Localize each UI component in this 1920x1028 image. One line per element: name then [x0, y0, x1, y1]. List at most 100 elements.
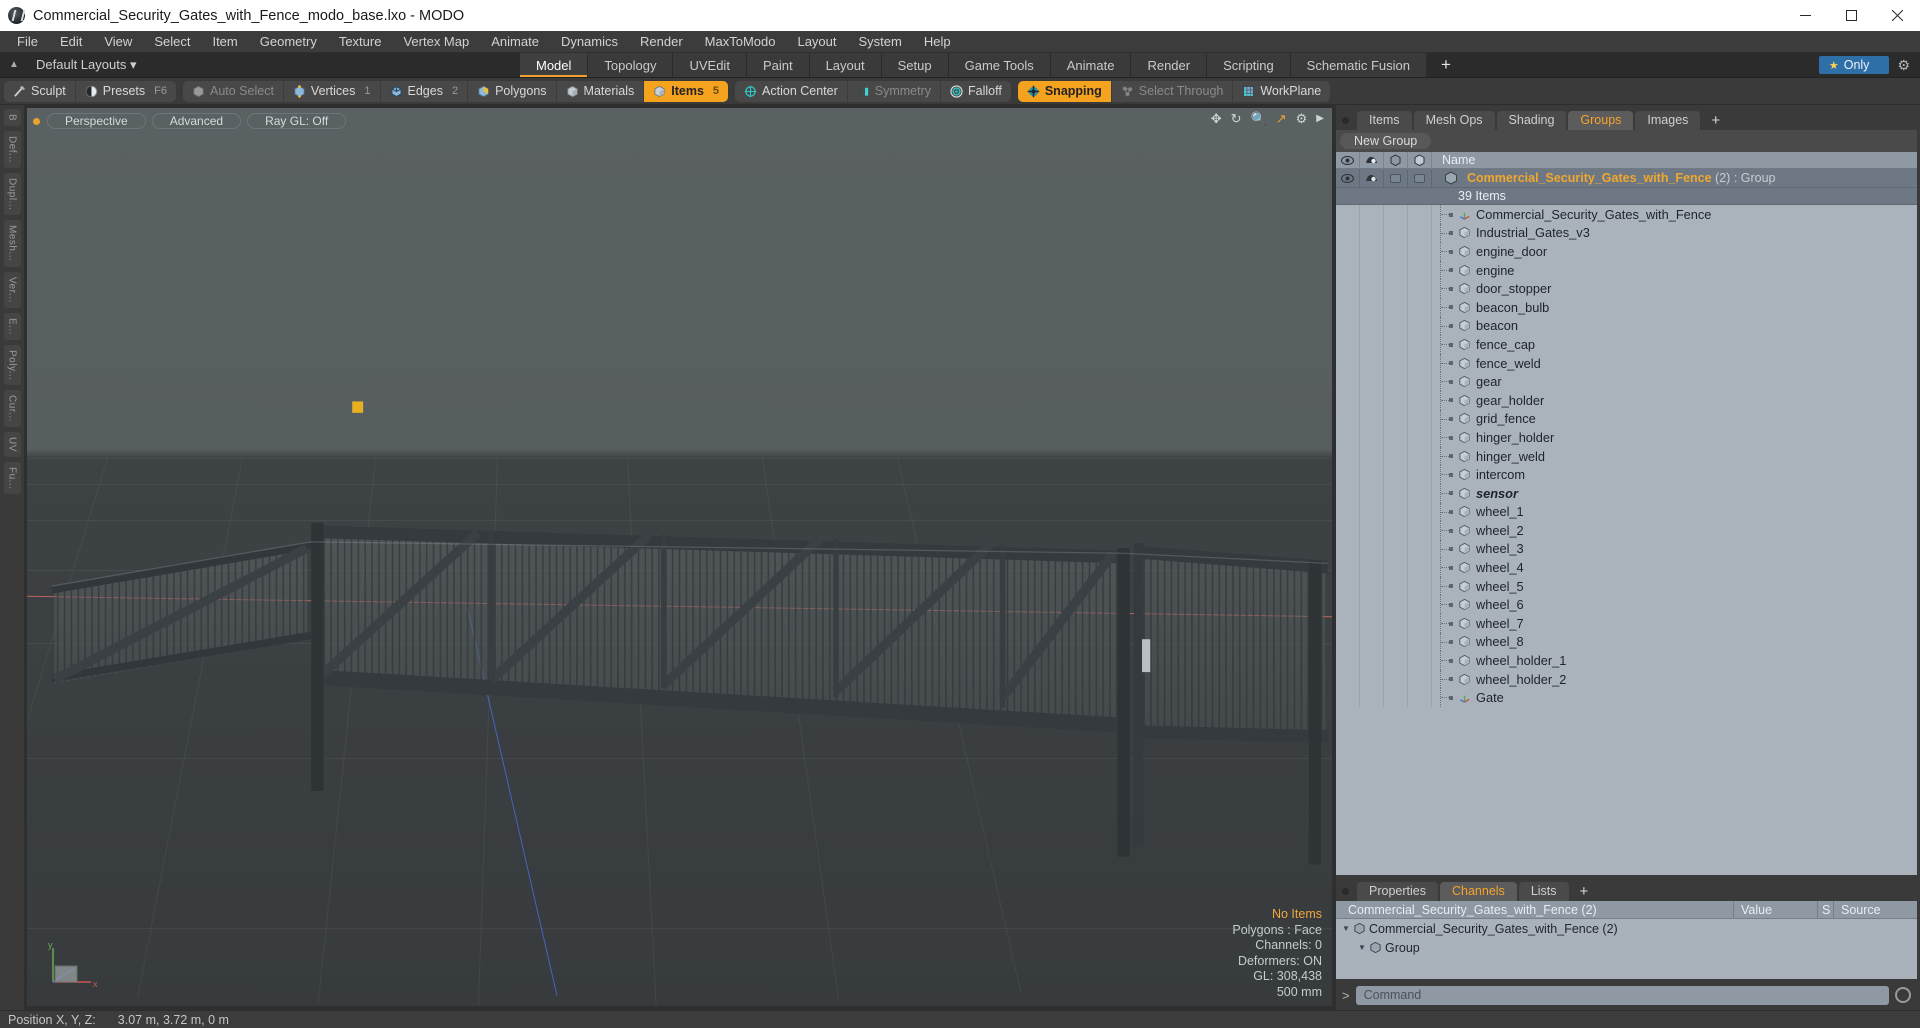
maximize-icon[interactable] — [1828, 0, 1874, 31]
tree-item-wheel_5[interactable]: wheel_5 — [1336, 576, 1917, 596]
tree-item-toggle-0[interactable] — [1336, 688, 1360, 708]
tree-item-toggle-0[interactable] — [1336, 316, 1360, 336]
layout-tab-topology[interactable]: Topology — [588, 53, 674, 77]
only-button[interactable]: ★ Only — [1818, 56, 1890, 74]
tree-item-hinger_weld[interactable]: hinger_weld — [1336, 446, 1917, 466]
tree-item-toggle-0[interactable] — [1336, 521, 1360, 540]
tree-item-wheel_8[interactable]: wheel_8 — [1336, 632, 1917, 652]
tree-item-toggle-2[interactable] — [1384, 465, 1408, 484]
tree-item-toggle-2[interactable] — [1384, 260, 1408, 280]
tree-item-toggle-2[interactable] — [1384, 335, 1408, 354]
group-toggle-2[interactable] — [1408, 169, 1432, 188]
chevron-up-icon[interactable]: ▲ — [6, 60, 22, 70]
layout-tab-schematic-fusion[interactable]: Schematic Fusion — [1290, 53, 1427, 77]
tree-item-toggle-3[interactable] — [1408, 409, 1432, 429]
tree-item-toggle-1[interactable] — [1360, 409, 1384, 429]
tool-select-through-button[interactable]: Select Through — [1112, 80, 1234, 102]
tree-item-intercom[interactable]: intercom — [1336, 465, 1917, 484]
add-lower-tab-button[interactable]: + — [1571, 882, 1598, 901]
right-tab-items[interactable]: Items — [1357, 111, 1412, 130]
channel-row[interactable]: ▼ Commercial_Security_Gates_with_Fence (2… — [1336, 919, 1917, 938]
tree-item-toggle-0[interactable] — [1336, 595, 1360, 615]
tree-item-wheel_1[interactable]: wheel_1 — [1336, 502, 1917, 522]
tree-item-wheel_holder_1[interactable]: wheel_holder_1 — [1336, 651, 1917, 670]
menu-item-file[interactable]: File — [6, 31, 49, 53]
channel-row[interactable]: ▼ Group — [1336, 938, 1917, 957]
tree-item-toggle-0[interactable] — [1336, 223, 1360, 243]
tree-item-toggle-0[interactable] — [1336, 502, 1360, 522]
tree-item-toggle-1[interactable] — [1360, 297, 1384, 317]
menu-item-animate[interactable]: Animate — [480, 31, 550, 53]
right-tab-shading[interactable]: Shading — [1496, 111, 1567, 130]
tree-item-engine[interactable]: engine — [1336, 260, 1917, 280]
tree-item-toggle-3[interactable] — [1408, 316, 1432, 336]
render-icon[interactable] — [1360, 152, 1384, 169]
tree-item-toggle-3[interactable] — [1408, 446, 1432, 466]
tree-item-beacon[interactable]: beacon — [1336, 316, 1917, 336]
tree-item-toggle-2[interactable] — [1384, 428, 1408, 447]
tree-item-toggle-2[interactable] — [1384, 297, 1408, 317]
tree-item-toggle-0[interactable] — [1336, 205, 1360, 224]
tree-item-toggle-2[interactable] — [1384, 576, 1408, 596]
tree-item-toggle-1[interactable] — [1360, 205, 1384, 224]
layout-tab-animate[interactable]: Animate — [1050, 53, 1132, 77]
group-render-icon[interactable] — [1360, 169, 1384, 188]
menu-item-edit[interactable]: Edit — [49, 31, 93, 53]
tree-item-toggle-1[interactable] — [1360, 669, 1384, 689]
tree-item-fence_cap[interactable]: fence_cap — [1336, 335, 1917, 354]
tree-item-wheel_4[interactable]: wheel_4 — [1336, 558, 1917, 577]
tree-item-toggle-0[interactable] — [1336, 483, 1360, 503]
tree-item-toggle-1[interactable] — [1360, 279, 1384, 298]
tree-item-toggle-3[interactable] — [1408, 242, 1432, 261]
left-tool-9[interactable]: Fu... — [3, 461, 21, 495]
layout-tab-setup[interactable]: Setup — [881, 53, 949, 77]
tree-item-toggle-1[interactable] — [1360, 446, 1384, 466]
right-panel-dot[interactable] — [1342, 117, 1349, 124]
tree-item-toggle-0[interactable] — [1336, 297, 1360, 317]
left-tool-5[interactable]: E... — [3, 312, 21, 340]
chevron-right-icon[interactable]: ▶ — [1316, 113, 1324, 124]
layout-tab-game-tools[interactable]: Game Tools — [948, 53, 1051, 77]
tree-item-toggle-3[interactable] — [1408, 372, 1432, 391]
tree-item-toggle-3[interactable] — [1408, 614, 1432, 633]
tree-item-toggle-2[interactable] — [1384, 316, 1408, 336]
cube-outline-icon[interactable] — [1384, 152, 1408, 169]
gear-icon[interactable]: ⚙ — [1897, 57, 1910, 74]
tree-item-toggle-0[interactable] — [1336, 576, 1360, 596]
zoom-icon[interactable]: 🔍 — [1251, 112, 1267, 125]
left-tool-8[interactable]: UV — [3, 432, 21, 457]
tree-item-toggle-1[interactable] — [1360, 316, 1384, 336]
menu-item-vertex-map[interactable]: Vertex Map — [392, 31, 480, 53]
tree-item-fence_weld[interactable]: fence_weld — [1336, 353, 1917, 373]
view-mode-button[interactable]: Perspective — [47, 113, 146, 129]
lower-tab-lists[interactable]: Lists — [1518, 882, 1569, 901]
tree-item-toggle-2[interactable] — [1384, 688, 1408, 708]
layout-tab-uvedit[interactable]: UVEdit — [673, 53, 747, 77]
tree-item-toggle-0[interactable] — [1336, 390, 1360, 410]
left-tool-2[interactable]: Dupl... — [3, 173, 21, 216]
tree-item-toggle-2[interactable] — [1384, 502, 1408, 522]
tree-item-toggle-1[interactable] — [1360, 614, 1384, 633]
tree-item-toggle-0[interactable] — [1336, 242, 1360, 261]
tree-item-gear[interactable]: gear — [1336, 372, 1917, 391]
tree-item-toggle-1[interactable] — [1360, 521, 1384, 540]
left-tool-6[interactable]: Poly... — [3, 344, 21, 386]
close-icon[interactable] — [1874, 0, 1920, 31]
lower-tab-properties[interactable]: Properties — [1357, 882, 1438, 901]
tree-body[interactable]: Commercial_Security_Gates_with_Fence (2)… — [1336, 169, 1917, 875]
left-tool-7[interactable]: Cur... — [3, 390, 21, 428]
tree-item-toggle-3[interactable] — [1408, 595, 1432, 615]
lower-panel-dot[interactable] — [1342, 888, 1349, 895]
menu-item-system[interactable]: System — [848, 31, 913, 53]
tree-item-toggle-1[interactable] — [1360, 465, 1384, 484]
tree-item-toggle-1[interactable] — [1360, 595, 1384, 615]
tree-item-toggle-1[interactable] — [1360, 632, 1384, 652]
tree-item-beacon_bulb[interactable]: beacon_bulb — [1336, 297, 1917, 317]
tree-item-toggle-3[interactable] — [1408, 632, 1432, 652]
layout-tab-model[interactable]: Model — [520, 53, 589, 77]
tree-item-toggle-0[interactable] — [1336, 651, 1360, 670]
tree-item-toggle-3[interactable] — [1408, 223, 1432, 243]
tree-item-toggle-2[interactable] — [1384, 651, 1408, 670]
tree-item-toggle-0[interactable] — [1336, 669, 1360, 689]
tree-item-toggle-1[interactable] — [1360, 558, 1384, 577]
